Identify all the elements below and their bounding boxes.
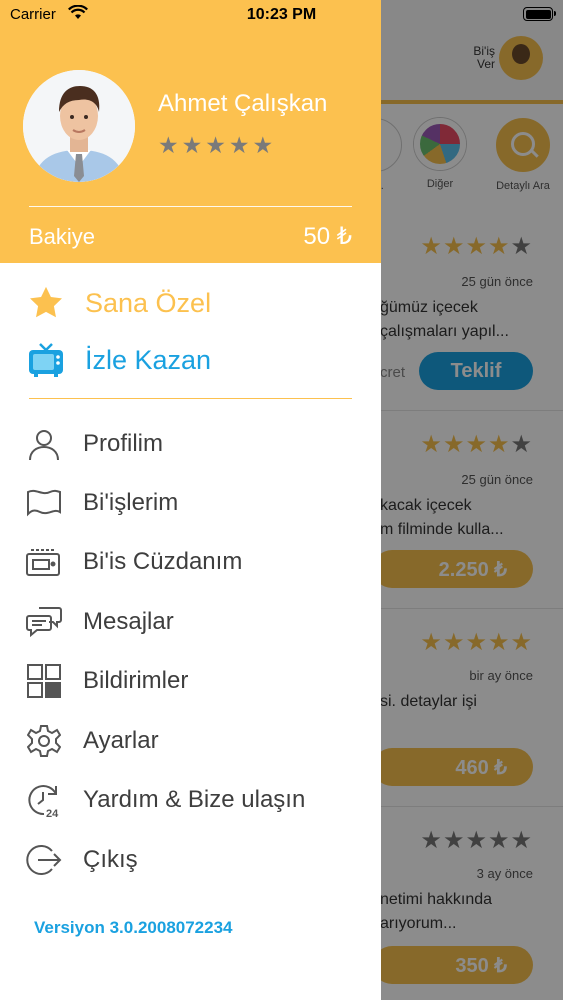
logout-icon — [24, 840, 64, 880]
menu-item-label: Çıkış — [83, 846, 138, 873]
drawer-header: Ahmet Çalışkan ★★★★★ Bakiye 50 ₺ — [0, 0, 381, 263]
menu-item-ayarlar[interactable]: Ayarlar — [24, 718, 354, 764]
grid-icon — [24, 661, 64, 701]
menu-item-cuzdanim[interactable]: Bi'is Cüzdanım — [24, 539, 354, 585]
battery-icon — [523, 7, 556, 21]
balance-value: 50 ₺ — [303, 223, 352, 250]
menu-item-label: Profilim — [83, 430, 164, 457]
menu-item-bi-islerim[interactable]: Bi'işlerim — [24, 480, 354, 526]
menu-item-mesajlar[interactable]: Mesajlar — [24, 599, 354, 645]
menu-divider — [29, 398, 352, 399]
menu-item-label: Yardım & Bize ulaşın — [83, 786, 306, 813]
star-icon — [26, 283, 66, 323]
app-version: Versiyon 3.0.2008072234 — [34, 918, 233, 937]
gear-icon — [24, 721, 64, 761]
menu-item-label: Bi'is Cüzdanım — [83, 548, 243, 575]
svg-text:24: 24 — [46, 808, 59, 818]
menu-item-yardim[interactable]: 24 Yardım & Bize ulaşın — [24, 777, 354, 823]
menu-item-sana-ozel[interactable]: Sana Özel — [26, 283, 356, 323]
menu-item-label: Sana Özel — [85, 287, 212, 318]
user-name: Ahmet Çalışkan — [158, 90, 328, 117]
menu-item-label: Mesajlar — [83, 608, 174, 635]
menu-item-cikis[interactable]: Çıkış — [24, 837, 354, 883]
status-bar: Carrier 10:23 PM — [0, 0, 563, 30]
wallet-icon — [24, 542, 64, 582]
menu-item-label: Ayarlar — [83, 727, 159, 754]
menu-item-label: Bildirimler — [83, 667, 189, 694]
user-rating-stars: ★★★★★ — [158, 132, 277, 158]
tv-icon — [26, 340, 66, 380]
user-icon — [24, 424, 64, 464]
avatar[interactable] — [23, 70, 135, 182]
help-24-icon: 24 — [24, 780, 64, 820]
menu-item-profilim[interactable]: Profilim — [24, 421, 354, 467]
flag-icon — [24, 483, 64, 523]
menu-item-label: İzle Kazan — [85, 344, 212, 375]
side-drawer: Ahmet Çalışkan ★★★★★ Bakiye 50 ₺ Sana Öz… — [0, 0, 381, 1000]
header-divider — [29, 206, 352, 207]
menu-item-izle-kazan[interactable]: İzle Kazan — [26, 340, 356, 380]
chat-icon — [24, 602, 64, 642]
menu-item-bildirimler[interactable]: Bildirimler — [24, 658, 354, 704]
menu-item-label: Bi'işlerim — [83, 489, 179, 516]
balance-label: Bakiye — [29, 224, 96, 249]
clock: 10:23 PM — [246, 6, 317, 23]
